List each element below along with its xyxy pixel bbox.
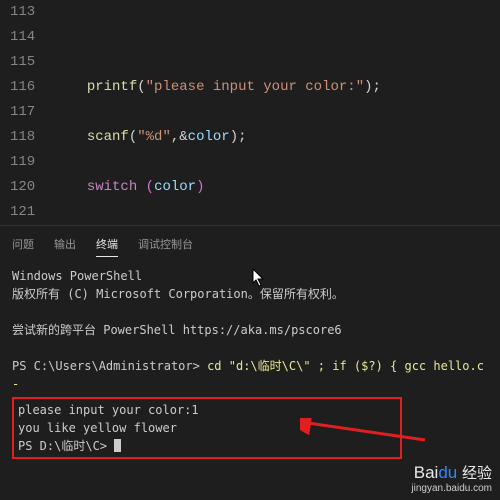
token-fn: scanf	[87, 129, 129, 145]
terminal-line	[12, 303, 488, 321]
terminal-output: you like yellow flower	[18, 419, 396, 437]
line-number: 120	[10, 175, 35, 200]
line-number: 119	[10, 150, 35, 175]
terminal-cursor	[114, 439, 121, 452]
terminal-line	[12, 339, 488, 357]
token-keyword: switch	[87, 179, 137, 195]
tab-output[interactable]: 输出	[54, 232, 76, 257]
bottom-panel: 问题 输出 终端 调试控制台 Windows PowerShell 版权所有 (…	[0, 225, 500, 500]
watermark-text: Bai	[414, 463, 439, 482]
terminal[interactable]: Windows PowerShell 版权所有 (C) Microsoft Co…	[0, 257, 500, 469]
token-var: color	[188, 129, 230, 145]
code-content[interactable]: printf("please input your color:"); scan…	[53, 0, 500, 225]
line-number: 115	[10, 50, 35, 75]
terminal-prompt: PS C:\Users\Administrator>	[12, 359, 207, 373]
watermark-text: du	[438, 463, 457, 482]
terminal-output: please input your color:1	[18, 401, 396, 419]
watermark-url: jingyan.baidu.com	[411, 483, 492, 494]
token-string: "%d"	[137, 129, 171, 145]
terminal-line: PS D:\临时\C>	[18, 437, 396, 455]
line-gutter: 113 114 115 116 117 118 119 120 121	[0, 0, 53, 225]
token-fn: printf	[87, 79, 137, 95]
terminal-prompt: PS D:\临时\C>	[18, 439, 114, 453]
panel-tabs: 问题 输出 终端 调试控制台	[0, 226, 500, 257]
terminal-line: 版权所有 (C) Microsoft Corporation。保留所有权利。	[12, 285, 488, 303]
line-number: 117	[10, 100, 35, 125]
line-number: 121	[10, 200, 35, 225]
line-number: 113	[10, 0, 35, 25]
highlight-annotation: please input your color:1 you like yello…	[12, 397, 402, 459]
token-string: "please input your color:"	[146, 79, 364, 95]
line-number: 118	[10, 125, 35, 150]
terminal-line: 尝试新的跨平台 PowerShell https://aka.ms/pscore…	[12, 321, 488, 339]
line-number: 114	[10, 25, 35, 50]
watermark: Baidu 经验 jingyan.baidu.com	[411, 462, 492, 494]
code-editor[interactable]: 113 114 115 116 117 118 119 120 121 prin…	[0, 0, 500, 225]
line-number: 116	[10, 75, 35, 100]
token-var: color	[154, 179, 196, 195]
tab-terminal[interactable]: 终端	[96, 232, 118, 257]
terminal-line: PS C:\Users\Administrator> cd "d:\临时\C\"…	[12, 357, 488, 393]
tab-problems[interactable]: 问题	[12, 232, 34, 257]
token-op: ,&	[171, 129, 188, 145]
tab-debug-console[interactable]: 调试控制台	[138, 232, 193, 257]
watermark-text: 经验	[462, 465, 492, 482]
terminal-line: Windows PowerShell	[12, 267, 488, 285]
